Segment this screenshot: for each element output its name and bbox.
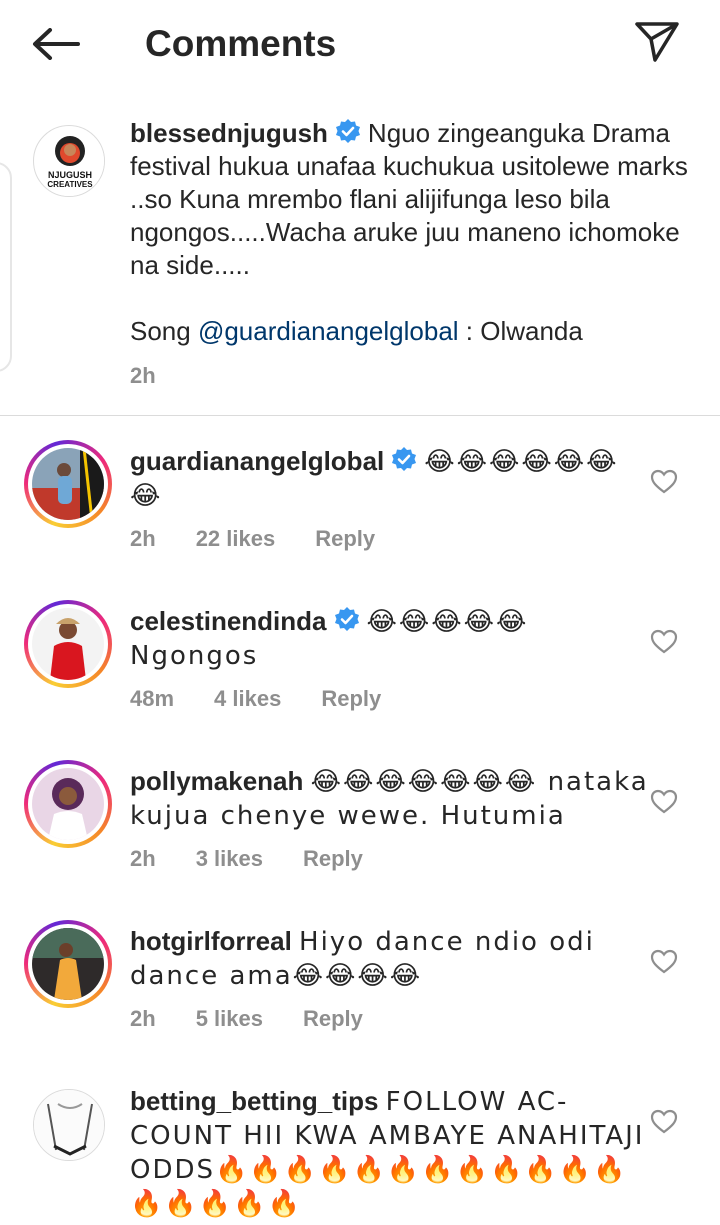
comment-meta: 48m 4 likes Reply — [130, 686, 421, 712]
comment-meta: 2h 22 likes Reply — [130, 526, 415, 552]
svg-text:CREATIVES: CREATIVES — [47, 180, 93, 189]
comment-avatar-story-ring[interactable] — [24, 440, 112, 528]
comment-text: celestinendinda 😂😂😂😂😂 Ngongos — [130, 605, 650, 673]
avatar — [32, 608, 104, 680]
comment-meta: 2h 5 likes Reply — [130, 1006, 403, 1032]
song-title: : Olwanda — [458, 316, 583, 346]
comment-time: 2h — [130, 1006, 156, 1031]
reply-button[interactable]: Reply — [303, 1006, 363, 1032]
comment-meta: 2h 3 likes Reply — [130, 846, 403, 872]
comment-text: betting_betting_tips FOLLOW AC-COUNT HII… — [130, 1085, 650, 1221]
comment-username[interactable]: betting_betting_tips — [130, 1086, 378, 1116]
song-mention-link[interactable]: @guardianangelglobal — [198, 316, 459, 346]
comment-text: guardianangelglobal 😂😂😂😂😂😂😂 — [130, 445, 650, 513]
heart-icon[interactable] — [650, 628, 678, 656]
comment-likes[interactable]: 22 likes — [196, 526, 276, 552]
comment-likes[interactable]: 4 likes — [214, 686, 281, 712]
njugush-logo: NJUGUSH CREATIVES — [35, 127, 104, 196]
verified-badge-icon — [334, 607, 359, 631]
heart-icon[interactable] — [650, 788, 678, 816]
caption-avatar[interactable]: NJUGUSH CREATIVES — [33, 125, 105, 197]
comment-time: 48m — [130, 686, 175, 711]
comment-avatar[interactable] — [33, 1089, 105, 1161]
heart-icon[interactable] — [650, 948, 678, 976]
svg-text:NJUGUSH: NJUGUSH — [48, 170, 92, 180]
heart-icon[interactable] — [650, 468, 678, 496]
avatar — [32, 448, 104, 520]
verified-badge-icon — [335, 119, 360, 143]
comment-likes[interactable]: 5 likes — [196, 1006, 263, 1032]
reply-button[interactable]: Reply — [321, 686, 381, 712]
avatar — [32, 768, 104, 840]
caption-username[interactable]: blessednjugush — [130, 118, 328, 148]
caption-text: blessednjugush Nguo zingeanguka Drama fes… — [130, 117, 690, 348]
back-button[interactable] — [28, 22, 84, 66]
comment-username[interactable]: hotgirlforreal — [130, 926, 292, 956]
arrow-left-icon — [33, 28, 80, 60]
comment-avatar-story-ring[interactable] — [24, 760, 112, 848]
header-bar: Comments — [0, 0, 720, 88]
comment-time: 2h — [130, 526, 156, 551]
comment-time: 2h — [130, 846, 156, 871]
reply-button[interactable]: Reply — [303, 846, 363, 872]
side-panel-edge — [0, 162, 12, 372]
verified-badge-icon — [392, 447, 417, 471]
caption-divider — [0, 415, 720, 416]
comment-username[interactable]: guardianangelglobal — [130, 446, 384, 476]
avatar — [34, 1090, 104, 1160]
comment-username[interactable]: celestinendinda — [130, 606, 327, 636]
comment-text: hotgirlforreal Hiyo dance ndio odi dance… — [130, 925, 650, 993]
paper-plane-icon — [635, 22, 679, 62]
comment-avatar-story-ring[interactable] — [24, 920, 112, 1008]
comment-username[interactable]: pollymakenah — [130, 766, 303, 796]
comment-likes[interactable]: 3 likes — [196, 846, 263, 872]
comment-text: pollymakenah 😂😂😂😂😂😂😂 nataka kujua chenye… — [130, 765, 650, 833]
share-button[interactable] — [630, 18, 684, 66]
song-prefix: Song — [130, 316, 198, 346]
heart-icon[interactable] — [650, 1108, 678, 1136]
page-title: Comments — [145, 23, 337, 64]
comment-avatar-story-ring[interactable] — [24, 600, 112, 688]
caption-timestamp: 2h — [130, 363, 156, 388]
avatar — [32, 928, 104, 1000]
reply-button[interactable]: Reply — [315, 526, 375, 552]
